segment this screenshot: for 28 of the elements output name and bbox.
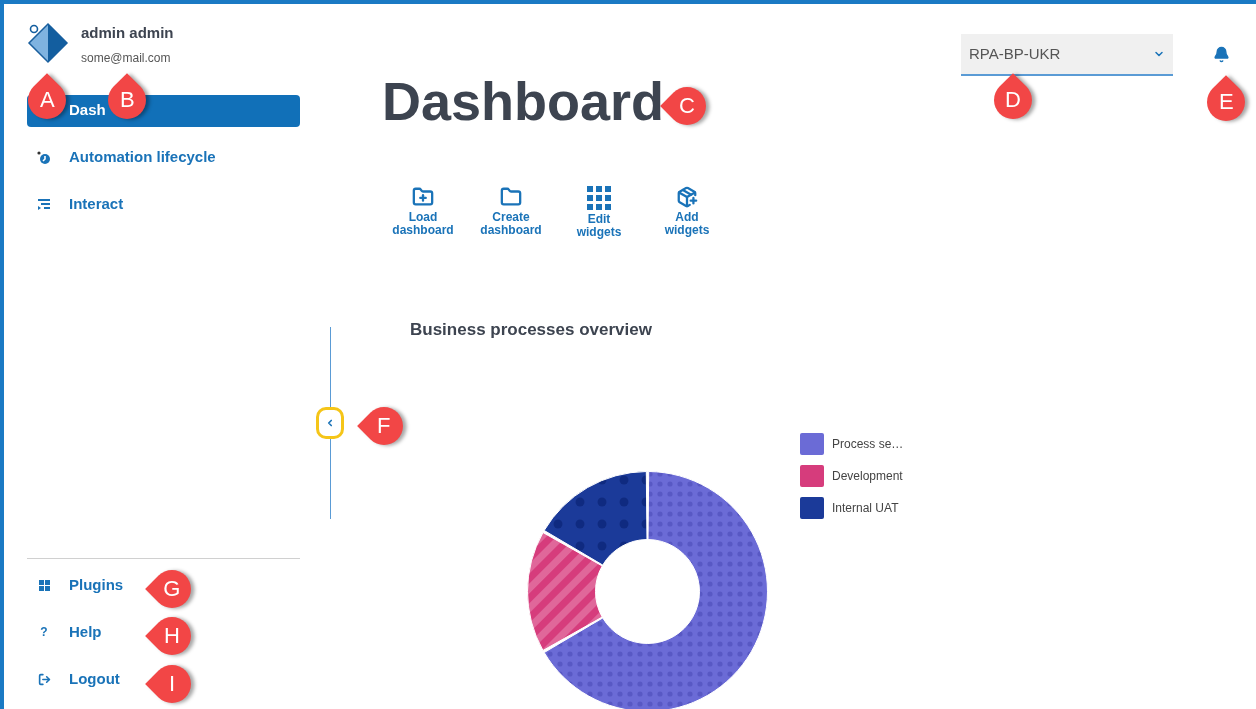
- toolbar-button[interactable]: Edit widgets: [564, 186, 634, 239]
- notification-icon[interactable]: [1213, 46, 1230, 63]
- toolbar-button[interactable]: Load dashboard: [388, 186, 458, 239]
- user-email: some@mail.com: [81, 49, 172, 67]
- toolbar-button[interactable]: Create dashboard: [476, 186, 546, 239]
- logout-icon: [37, 672, 51, 686]
- list-icon: [37, 198, 51, 211]
- legend-label: Process se…: [832, 435, 904, 453]
- help-icon: ?: [37, 623, 51, 641]
- nav-item[interactable]: Logout: [27, 663, 130, 695]
- legend-label: Internal UAT: [832, 499, 899, 517]
- grid-icon: [38, 579, 50, 591]
- nav-item[interactable]: Plugins: [27, 569, 134, 601]
- user-name: admin admin: [81, 23, 174, 43]
- folder-plus-icon: [412, 186, 434, 208]
- logo-icon: [27, 22, 69, 64]
- environment-dropdown[interactable]: RPA-BP-UKR: [961, 34, 1173, 76]
- nav-item[interactable]: Interact: [27, 188, 300, 221]
- nav-item[interactable]: Automation lifecycle: [27, 141, 300, 174]
- legend-label: Development: [832, 467, 903, 485]
- folder-icon: [500, 186, 522, 208]
- nav-item[interactable]: ? Help: [27, 616, 112, 648]
- chevron-left-icon: [325, 418, 335, 428]
- box-plus-icon: [676, 186, 698, 208]
- grid-icon: [587, 186, 611, 210]
- toolbar-button[interactable]: Add widgets: [652, 186, 722, 239]
- lifecycle-icon: [37, 150, 51, 165]
- widget-title: Business processes overview: [410, 319, 653, 341]
